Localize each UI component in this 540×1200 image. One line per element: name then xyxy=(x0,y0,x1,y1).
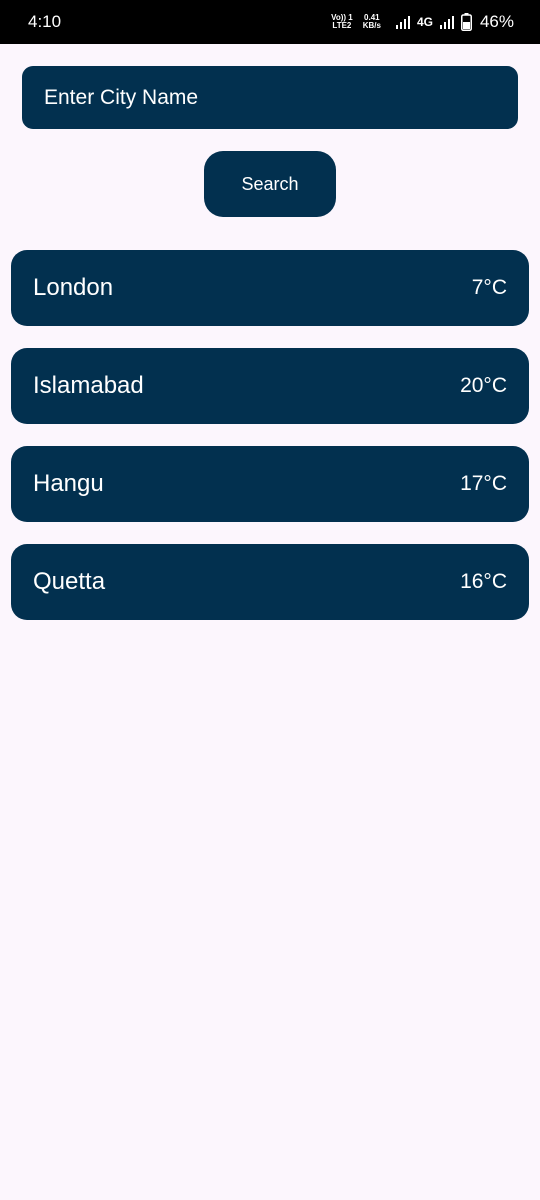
status-icons: Vo)) 1 LTE2 0.41 KB/s 4G 46% xyxy=(331,0,514,44)
city-list: London 7°C Islamabad 20°C Hangu 17°C Que… xyxy=(11,250,529,642)
network-type: 4G xyxy=(416,15,433,29)
battery-percent: 46% xyxy=(479,12,514,31)
battery-icon xyxy=(460,13,472,31)
network-speed: 0.41 KB/s xyxy=(362,13,381,30)
city-name: Quetta xyxy=(33,568,106,595)
city-search-input[interactable] xyxy=(22,66,518,129)
volte-indicator: Vo)) 1 LTE2 xyxy=(331,13,353,30)
city-card-hangu[interactable]: Hangu 17°C xyxy=(11,446,529,522)
city-temperature: 16°C xyxy=(460,570,507,593)
signal-icon-2 xyxy=(439,16,454,29)
signal-icon xyxy=(395,16,410,29)
city-name: Hangu xyxy=(33,470,104,497)
status-bar: 4:10 Vo)) 1 LTE2 0.41 KB/s 4G 46% xyxy=(0,0,540,44)
city-card-london[interactable]: London 7°C xyxy=(11,250,529,326)
city-temperature: 17°C xyxy=(460,472,507,495)
search-button[interactable]: Search xyxy=(204,151,336,217)
city-name: London xyxy=(33,274,114,301)
city-temperature: 7°C xyxy=(471,276,507,299)
city-name: Islamabad xyxy=(33,372,144,399)
status-time: 4:10 xyxy=(28,12,62,31)
city-card-quetta[interactable]: Quetta 16°C xyxy=(11,544,529,620)
city-card-islamabad[interactable]: Islamabad 20°C xyxy=(11,348,529,424)
city-temperature: 20°C xyxy=(460,374,507,397)
